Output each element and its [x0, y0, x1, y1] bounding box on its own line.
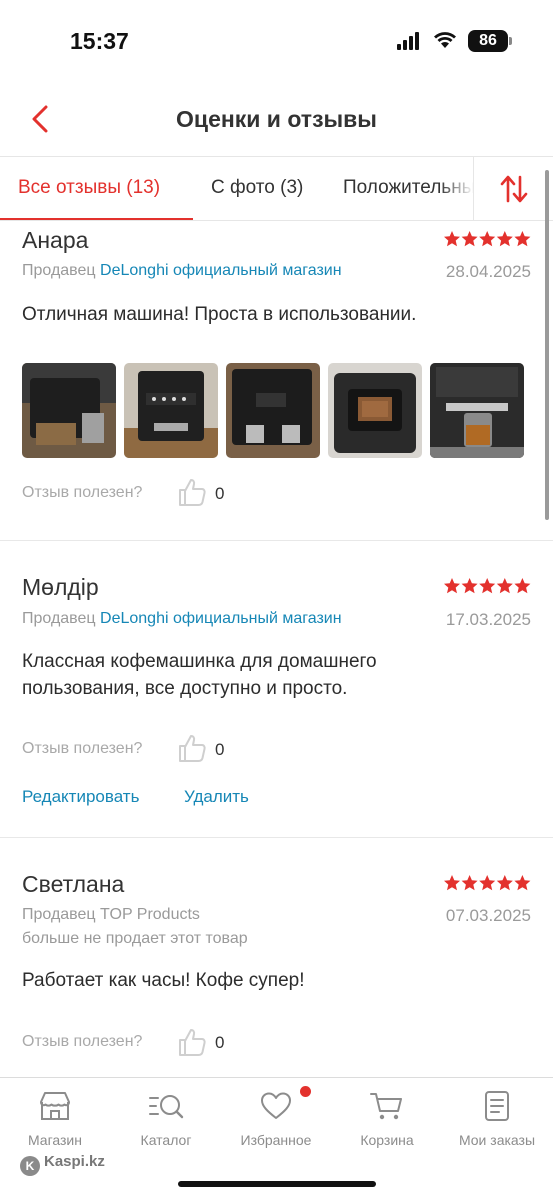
seller-line: Продавец DeLonghi официальный магазин: [22, 262, 342, 280]
active-tab-indicator: [0, 218, 193, 220]
star-icon: [496, 875, 513, 891]
star-icon: [514, 875, 531, 891]
rating-stars: [443, 230, 531, 253]
nav-label: Избранное: [240, 1132, 312, 1148]
home-indicator: [178, 1181, 376, 1187]
seller-prefix: Продавец: [22, 262, 96, 279]
nav-label: Мои заказы: [458, 1132, 536, 1148]
thumbs-up-icon[interactable]: [176, 732, 208, 764]
helpful-count: 0: [215, 1033, 225, 1052]
star-icon: [496, 231, 513, 247]
helpful-label: Отзыв полезен?: [22, 1033, 143, 1050]
status-bar: 15:37 86: [0, 0, 553, 80]
kaspi-logo-icon: K: [20, 1156, 40, 1176]
cellular-signal-icon: [397, 32, 421, 50]
seller-note: больше не продает этот товар: [22, 930, 248, 947]
nav-label: Магазин: [27, 1132, 82, 1148]
review-date: 07.03.2025: [445, 906, 531, 925]
kaspi-watermark: K Kaspi.kz: [20, 1153, 105, 1176]
edit-review-link[interactable]: Редактировать: [22, 787, 139, 807]
page-header: Оценки и отзывы: [0, 80, 553, 156]
review-date: 17.03.2025: [445, 610, 531, 629]
star-icon: [514, 231, 531, 247]
star-icon: [479, 578, 496, 594]
reviewer-name: Светлана: [22, 871, 125, 897]
reviewer-name: Анара: [22, 227, 89, 253]
nav-cart[interactable]: Корзина: [332, 1090, 442, 1148]
star-icon: [461, 231, 478, 247]
review-text: Работает как часы! Кофе супер!: [22, 970, 305, 991]
scrollbar[interactable]: [545, 170, 549, 520]
seller-prefix: Продавец: [22, 906, 96, 923]
seller-link[interactable]: DeLonghi официальный магазин: [100, 262, 342, 279]
store-icon: [40, 1092, 70, 1120]
heart-icon: [261, 1092, 291, 1119]
seller-prefix: Продавец: [22, 610, 96, 627]
helpful-label: Отзыв полезен?: [22, 740, 143, 757]
tab-with-photo[interactable]: С фото (3): [211, 177, 303, 199]
status-time: 15:37: [70, 28, 129, 54]
review-photo[interactable]: [226, 363, 320, 458]
favorites-badge: [300, 1086, 311, 1097]
helpful-count: 0: [215, 484, 225, 503]
review-photo[interactable]: [22, 363, 116, 458]
wifi-icon: [434, 32, 456, 48]
star-icon: [444, 231, 460, 247]
review-photo[interactable]: [328, 363, 422, 458]
star-icon: [461, 875, 478, 891]
nav-label: Каталог: [140, 1132, 192, 1148]
helpful-count: 0: [215, 740, 225, 759]
star-icon: [514, 578, 531, 594]
nav-orders[interactable]: Мои заказы: [442, 1090, 552, 1148]
seller-link[interactable]: DeLonghi официальный магазин: [100, 610, 342, 627]
tab-all-reviews[interactable]: Все отзывы (13): [18, 177, 160, 199]
catalog-search-icon: [149, 1095, 184, 1119]
star-icon: [479, 875, 496, 891]
filter-tabs: Все отзывы (13) С фото (3) Положительные: [0, 156, 553, 221]
star-icon: [461, 578, 478, 594]
divider: [0, 540, 553, 541]
nav-catalog[interactable]: Каталог: [111, 1090, 221, 1148]
battery-icon: 86: [468, 30, 512, 52]
helpful-label: Отзыв полезен?: [22, 484, 143, 501]
star-icon: [444, 578, 460, 594]
sort-icon: [500, 175, 528, 203]
review-photo[interactable]: [124, 363, 218, 458]
rating-stars: [443, 874, 531, 897]
nav-favorites[interactable]: Избранное: [221, 1090, 331, 1148]
star-icon: [496, 578, 513, 594]
star-icon: [444, 875, 460, 891]
review-date: 28.04.2025: [445, 262, 531, 281]
nav-label: Корзина: [360, 1132, 414, 1148]
cart-icon: [370, 1093, 402, 1120]
page-title: Оценки и отзывы: [176, 106, 377, 132]
seller-line: Продавец DeLonghi официальный магазин: [22, 610, 342, 628]
seller-line: Продавец TOP Products: [22, 906, 200, 924]
thumbs-up-icon[interactable]: [176, 1026, 208, 1058]
review-photo[interactable]: [430, 363, 524, 458]
reviewer-name: Мөлдір: [22, 574, 99, 600]
star-icon: [479, 231, 496, 247]
thumbs-up-icon[interactable]: [176, 476, 208, 508]
review-text: Классная кофемашинка для домашнего польз…: [22, 651, 377, 699]
orders-icon: [485, 1091, 509, 1121]
nav-store[interactable]: Магазин: [0, 1090, 110, 1148]
tabs-fade: [440, 157, 474, 220]
rating-stars: [443, 577, 531, 600]
seller-name: TOP Products: [100, 906, 200, 923]
sort-button[interactable]: [473, 157, 553, 220]
divider: [0, 837, 553, 838]
review-text: Отличная машина! Проста в использовании.: [22, 304, 417, 325]
watermark-text: Kaspi.kz: [44, 1153, 105, 1170]
delete-review-link[interactable]: Удалить: [184, 787, 249, 807]
